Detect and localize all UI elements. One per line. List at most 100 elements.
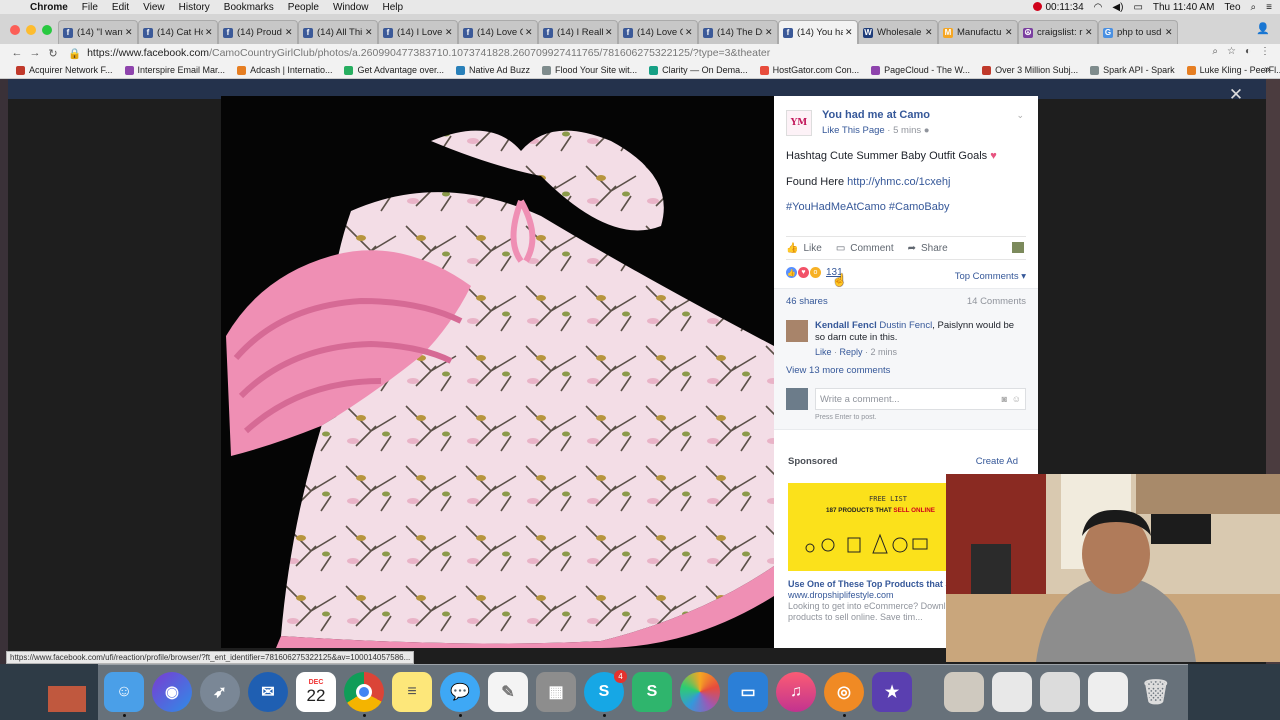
maximize-window-button[interactable]	[42, 25, 52, 35]
share-button[interactable]: ➦ Share	[908, 243, 948, 254]
browser-tab[interactable]: f (14) You ha ✕	[778, 20, 858, 44]
photos-icon[interactable]	[680, 672, 720, 712]
bookmark-item[interactable]: HostGator.com Con...	[759, 65, 859, 75]
recent-file-3-icon[interactable]	[1040, 672, 1080, 712]
menu-clock[interactable]: Thu 11:40 AM	[1153, 2, 1215, 13]
menu-window[interactable]: Window	[333, 2, 369, 13]
ad-url[interactable]: www.dropshiplifestyle.com	[788, 590, 894, 600]
bookmark-item[interactable]: Clarity — On Dema...	[649, 65, 748, 75]
browser-tab[interactable]: W Wholesale ✕	[858, 20, 938, 44]
view-more-comments-link[interactable]: View 13 more comments	[786, 365, 890, 376]
chrome-menu-icon[interactable]: ⋮	[1260, 46, 1270, 57]
browser-tab[interactable]: ☮ craigslist: r ✕	[1018, 20, 1098, 44]
emoji-icon[interactable]: ☺	[1012, 394, 1021, 404]
trash-icon[interactable]: 🗑	[1136, 672, 1176, 712]
browser-tab[interactable]: f (14) I Love ✕	[378, 20, 458, 44]
launchpad-icon[interactable]: ➶	[200, 672, 240, 712]
comment-mention[interactable]: Dustin Fencl	[879, 320, 932, 331]
close-window-button[interactable]	[10, 25, 20, 35]
close-tab-icon[interactable]: ✕	[925, 27, 933, 38]
post-hashtags[interactable]: #YouHadMeAtCamo #CamoBaby	[786, 201, 949, 213]
browser-tab[interactable]: M Manufactu ✕	[938, 20, 1018, 44]
create-ad-link[interactable]: Create Ad	[976, 456, 1018, 467]
battery-icon[interactable]: ▭	[1133, 2, 1142, 13]
reload-button[interactable]: ↻	[44, 47, 62, 60]
menu-view[interactable]: View	[143, 2, 165, 13]
browser-tab[interactable]: f (14) "I want ✕	[58, 20, 138, 44]
bookmark-item[interactable]: PageCloud - The W...	[871, 65, 970, 75]
messages-icon[interactable]: 💬	[440, 672, 480, 712]
like-button[interactable]: 👍 Like	[786, 243, 822, 254]
zoom-icon[interactable]: ⌕	[1212, 46, 1218, 57]
like-page-link[interactable]: Like This Page	[822, 125, 885, 136]
close-tab-icon[interactable]: ✕	[125, 27, 133, 38]
menu-app-name[interactable]: Chrome	[30, 2, 68, 13]
bookmark-item[interactable]: Flood Your Site wit...	[542, 65, 637, 75]
page-name-link[interactable]: You had me at Camo	[822, 109, 930, 121]
minimize-window-button[interactable]	[26, 25, 36, 35]
close-tab-icon[interactable]: ✕	[205, 27, 213, 38]
close-tab-icon[interactable]: ✕	[845, 27, 853, 38]
post-options-chevron-icon[interactable]: ⌄	[1016, 110, 1024, 121]
comment-button[interactable]: ▭ Comment	[836, 243, 894, 254]
chrome-icon[interactable]	[344, 672, 384, 712]
browser-tab[interactable]: f (14) All Thi ✕	[298, 20, 378, 44]
comment-input[interactable]: Write a comment... ◙ ☺	[815, 388, 1026, 410]
finder-icon[interactable]: ☺	[104, 672, 144, 712]
browser-tab[interactable]: f (14) I Really✕	[538, 20, 618, 44]
bookmark-item[interactable]: Over 3 Million Subj...	[982, 65, 1078, 75]
keynote-icon[interactable]: ▭	[728, 672, 768, 712]
close-theater-icon[interactable]: ✕	[1226, 85, 1246, 105]
close-tab-icon[interactable]: ✕	[765, 27, 773, 38]
page-avatar[interactable]: YM	[786, 110, 812, 136]
close-tab-icon[interactable]: ✕	[1085, 27, 1093, 38]
menu-help[interactable]: Help	[383, 2, 404, 13]
bookmarks-overflow-icon[interactable]: »	[1264, 64, 1270, 75]
bookmark-item[interactable]: Interspire Email Mar...	[124, 65, 225, 75]
comment-author[interactable]: Kendall Fencl	[815, 320, 877, 331]
post-as-avatar[interactable]	[1012, 242, 1024, 253]
comment-like-link[interactable]: Like	[815, 347, 832, 357]
shares-link[interactable]: 46 shares	[786, 296, 828, 307]
menu-bookmarks[interactable]: Bookmarks	[224, 2, 274, 13]
desktop-thumbnail[interactable]	[48, 686, 86, 712]
browser-tab[interactable]: f (14) The Dr ✕	[698, 20, 778, 44]
itunes-icon[interactable]: ♫	[776, 672, 816, 712]
post-link[interactable]: http://yhmc.co/1cxehj	[847, 176, 950, 188]
recent-file-1-icon[interactable]	[944, 672, 984, 712]
recent-file-2-icon[interactable]	[992, 672, 1032, 712]
wifi-icon[interactable]: ◠	[1094, 2, 1103, 13]
imovie-icon[interactable]: ★	[872, 672, 912, 712]
bookmark-item[interactable]: Native Ad Buzz	[456, 65, 530, 75]
post-photo[interactable]	[221, 96, 774, 648]
address-bar[interactable]: 🔒 https://www.facebook.com/CamoCountryGi…	[68, 45, 1198, 61]
comment-reply-link[interactable]: Reply	[840, 347, 863, 357]
thunderbird-icon[interactable]: ✉	[248, 672, 288, 712]
notes-icon[interactable]: ≡	[392, 672, 432, 712]
downloads-stack-icon[interactable]	[1088, 672, 1128, 712]
screenflow-icon[interactable]: ◎	[824, 672, 864, 712]
browser-tab[interactable]: f (14) Proud ✕	[218, 20, 298, 44]
extension-icon[interactable]: ◐	[1245, 46, 1251, 57]
close-tab-icon[interactable]: ✕	[445, 27, 453, 38]
menu-user[interactable]: Teo	[1224, 2, 1240, 13]
textedit-icon[interactable]: ✎	[488, 672, 528, 712]
menu-file[interactable]: File	[82, 2, 98, 13]
bookmark-item[interactable]: Adcash | Internatio...	[237, 65, 332, 75]
top-comments-dropdown[interactable]: Top Comments ▾	[955, 271, 1026, 282]
menu-edit[interactable]: Edit	[112, 2, 129, 13]
spotlight-icon[interactable]: ⌕	[1251, 2, 1257, 13]
calculator-icon[interactable]: ▦	[536, 672, 576, 712]
profile-icon[interactable]: 👤	[1256, 22, 1270, 35]
close-tab-icon[interactable]: ✕	[1165, 27, 1173, 38]
browser-tab[interactable]: Gphp to usd ✕	[1098, 20, 1178, 44]
bookmark-item[interactable]: Spark API - Spark	[1090, 65, 1175, 75]
notification-center-icon[interactable]: ≡	[1266, 2, 1272, 13]
bookmark-star-icon[interactable]: ☆	[1227, 46, 1236, 57]
close-tab-icon[interactable]: ✕	[685, 27, 693, 38]
calendar-icon[interactable]: DEC 22	[296, 672, 336, 712]
commenter-avatar[interactable]	[786, 320, 808, 342]
close-tab-icon[interactable]: ✕	[525, 27, 533, 38]
back-button[interactable]: ←	[8, 47, 26, 59]
forward-button[interactable]: →	[26, 47, 44, 59]
